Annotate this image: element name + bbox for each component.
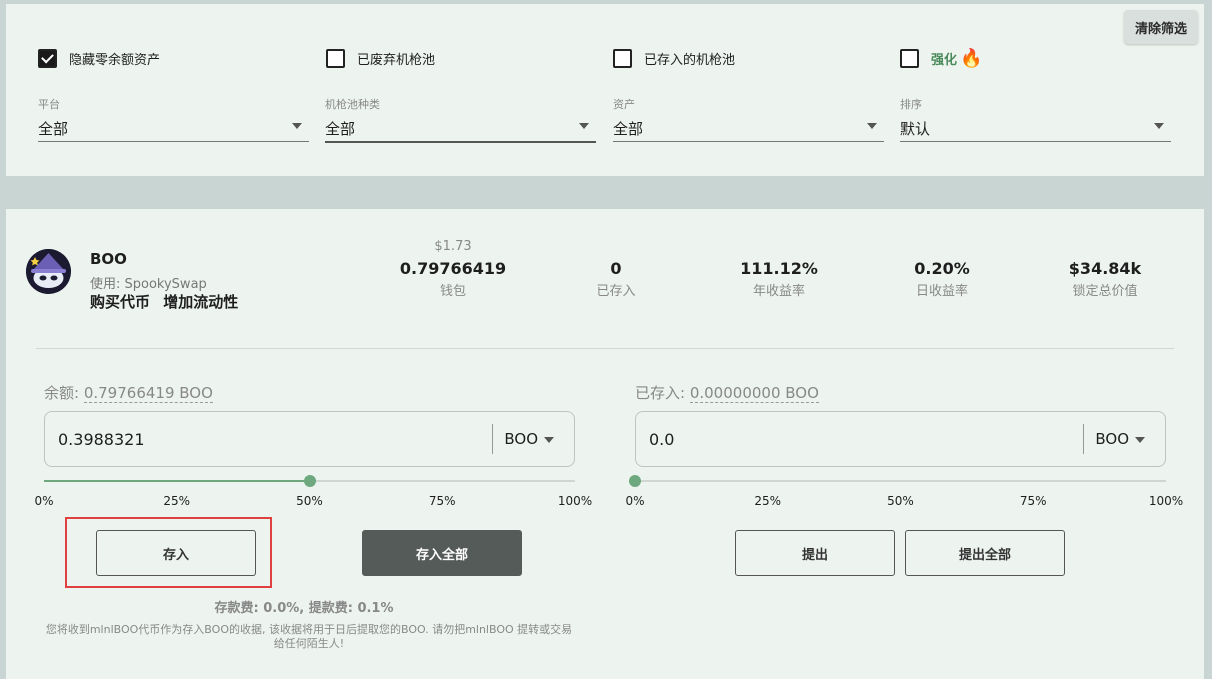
select-label: 资产 — [613, 98, 635, 111]
tick-label[interactable]: 100% — [558, 494, 592, 508]
select-label: 平台 — [38, 98, 60, 111]
add-liquidity-link[interactable]: 增加流动性 — [163, 293, 238, 311]
dropdown-arrow-icon — [867, 123, 877, 129]
withdraw-amount-input[interactable]: 0.0 BOO — [635, 411, 1166, 467]
deposit-button[interactable]: 存入 — [96, 530, 256, 576]
checkbox-label: 已废弃机枪池 — [357, 53, 436, 68]
dropdown-arrow-icon — [579, 123, 589, 129]
fee-text: 存款费: 0.0%, 提款费: 0.1% — [214, 601, 394, 616]
checkbox-icon[interactable] — [900, 49, 919, 68]
slider-thumb[interactable] — [303, 475, 316, 487]
checkbox-icon[interactable] — [326, 49, 345, 68]
input-value[interactable]: 0.3988321 — [58, 430, 145, 449]
select-value: 全部 — [325, 120, 356, 138]
stat-tvl: $34.84k 锁定总价值 — [1025, 259, 1185, 299]
stat-daily: 0.20% 日收益率 — [862, 259, 1022, 299]
balance-amount[interactable]: 0.79766419 BOO — [83, 384, 213, 403]
stat-value: 0 — [610, 259, 622, 278]
stat-label: 钱包 — [439, 284, 466, 299]
stat-wallet: 0.79766419 钱包 — [373, 259, 533, 299]
checkbox-label: 强化 — [931, 53, 958, 68]
tick-label[interactable]: 50% — [296, 494, 323, 508]
deposit-slider-ticks: 0% 25% 50% 75% 100% — [34, 494, 592, 510]
select-underline — [613, 141, 884, 142]
stat-value: 0.20% — [914, 259, 970, 278]
tick-label[interactable]: 100% — [1149, 494, 1183, 508]
stat-value: $34.84k — [1068, 259, 1142, 278]
withdraw-all-button[interactable]: 提出全部 — [905, 530, 1065, 576]
fire-icon: 🔥 — [960, 47, 983, 69]
withdraw-button[interactable]: 提出 — [735, 530, 895, 576]
platform-select[interactable]: 平台 全部 — [38, 96, 309, 143]
dropdown-arrow-icon[interactable] — [1135, 437, 1145, 443]
input-value[interactable]: 0.0 — [649, 430, 674, 449]
deposit-amount-input[interactable]: 0.3988321 BOO — [44, 411, 575, 467]
balance-label: 已存入: — [635, 384, 690, 402]
dropdown-arrow-icon[interactable] — [544, 437, 554, 443]
slider-fill — [44, 480, 310, 482]
token-platform: 使用: SpookySwap — [90, 277, 207, 292]
retired-vaults-checkbox[interactable]: 已废弃机枪池 — [326, 49, 435, 68]
token-selector[interactable]: BOO — [504, 430, 538, 448]
select-underline — [325, 141, 596, 143]
stat-label: 年收益率 — [752, 284, 805, 299]
withdraw-slider-ticks: 0% 25% 50% 75% 100% — [625, 494, 1183, 510]
tick-label[interactable]: 25% — [163, 494, 190, 508]
balance-amount[interactable]: 0.00000000 BOO — [689, 384, 819, 403]
deposit-slider[interactable] — [44, 475, 575, 487]
tick-label[interactable]: 25% — [754, 494, 781, 508]
stat-label: 日收益率 — [915, 284, 968, 299]
boost-checkbox[interactable]: 强化 🔥 — [900, 49, 982, 68]
balance-label: 余额: — [44, 384, 84, 402]
stat-apy: 111.12% 年收益率 — [699, 259, 859, 299]
tick-label[interactable]: 0% — [34, 494, 53, 508]
vault-card: BOO 使用: SpookySwap 购买代币 增加流动性 $1.73 0.79… — [6, 209, 1204, 679]
withdraw-balance: 已存入: 0.00000000 BOO — [635, 382, 819, 403]
stat-deposited: 0 已存入 — [536, 259, 696, 299]
stat-label: 锁定总价值 — [1072, 284, 1138, 299]
tick-label[interactable]: 75% — [429, 494, 456, 508]
token-price: $1.73 — [434, 239, 472, 254]
checkbox-checked-icon[interactable] — [38, 49, 57, 68]
tick-label[interactable]: 50% — [887, 494, 914, 508]
filter-panel: 清除筛选 隐藏零余额资产 已废弃机枪池 已存入的机枪池 强化 🔥 平台 全部 机… — [6, 4, 1204, 176]
checkbox-label: 隐藏零余额资产 — [69, 53, 161, 68]
checkbox-icon[interactable] — [613, 49, 632, 68]
input-separator — [492, 424, 493, 454]
deposit-all-button[interactable]: 存入全部 — [362, 530, 522, 576]
tick-label[interactable]: 75% — [1020, 494, 1047, 508]
select-value: 全部 — [613, 120, 644, 138]
slider-thumb[interactable] — [629, 475, 641, 487]
select-underline — [900, 141, 1171, 142]
sort-select[interactable]: 排序 默认 — [900, 96, 1171, 143]
deposit-balance: 余额: 0.79766419 BOO — [44, 382, 213, 403]
withdraw-slider[interactable] — [629, 475, 1166, 487]
dropdown-arrow-icon — [1154, 123, 1164, 129]
asset-select[interactable]: 资产 全部 — [613, 96, 884, 143]
hide-zero-balance-checkbox[interactable]: 隐藏零余额资产 — [38, 49, 160, 68]
token-links: 购买代币 增加流动性 — [90, 291, 246, 312]
stat-value: 111.12% — [740, 259, 818, 278]
token-name: BOO — [90, 250, 127, 268]
deposited-vaults-checkbox[interactable]: 已存入的机枪池 — [613, 49, 735, 68]
select-label: 机枪池种类 — [325, 98, 380, 111]
buy-token-link[interactable]: 购买代币 — [90, 293, 150, 311]
boo-token-logo — [26, 249, 71, 294]
stat-label: 已存入 — [596, 284, 636, 299]
tick-label[interactable]: 0% — [625, 494, 644, 508]
stat-value: 0.79766419 — [399, 259, 507, 278]
select-underline — [38, 141, 309, 142]
select-value: 默认 — [900, 120, 931, 138]
select-value: 全部 — [38, 120, 69, 138]
slider-track[interactable] — [635, 480, 1166, 482]
token-selector[interactable]: BOO — [1095, 430, 1129, 448]
select-label: 排序 — [900, 98, 922, 111]
receipt-note: 您将收到mlnlBOO代币作为存入BOO的收据, 该收据将用于日后提取您的BOO… — [45, 623, 573, 650]
dropdown-arrow-icon — [292, 123, 302, 129]
checkbox-label: 已存入的机枪池 — [644, 53, 736, 68]
input-separator — [1083, 424, 1084, 454]
divider — [36, 348, 1174, 349]
vault-type-select[interactable]: 机枪池种类 全部 — [325, 96, 596, 143]
clear-filters-button[interactable]: 清除筛选 — [1124, 10, 1198, 44]
